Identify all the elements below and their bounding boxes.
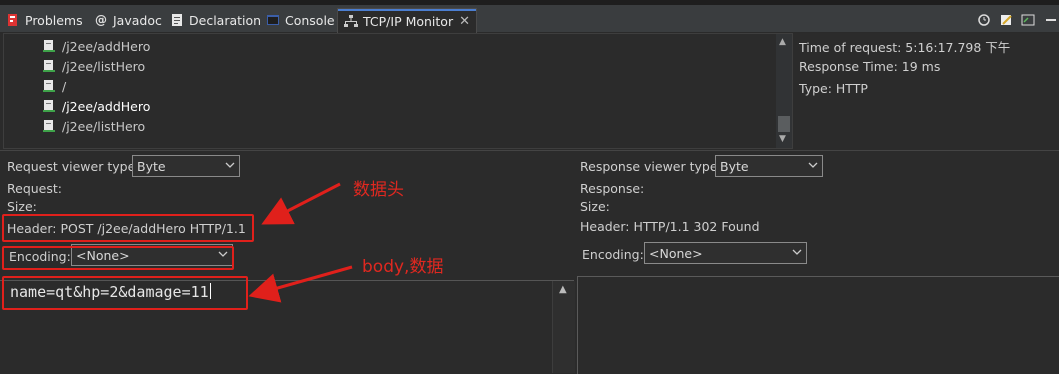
- view-tab-bar: Problems @ Javadoc Declaration Console T…: [0, 5, 1059, 33]
- divider: [0, 150, 1059, 151]
- body-highlight-box: [2, 276, 248, 310]
- select-value: <None>: [649, 245, 703, 261]
- request-icon: [42, 99, 56, 113]
- problems-icon: [6, 13, 20, 27]
- javadoc-icon: @: [95, 13, 107, 27]
- tab-javadoc[interactable]: @ Javadoc: [94, 8, 162, 32]
- view-toolbar: [977, 13, 1059, 27]
- request-viewer-label: Request viewer type:: [7, 159, 140, 174]
- tab-label: Console: [285, 12, 335, 28]
- request-path: /j2ee/addHero: [62, 38, 151, 54]
- list-item[interactable]: /j2ee/addHero: [42, 37, 150, 55]
- request-path: /j2ee/listHero: [62, 58, 146, 74]
- chevron-down-icon: [225, 162, 235, 168]
- tab-label: TCP/IP Monitor: [363, 13, 454, 29]
- response-viewer-label: Response viewer type:: [580, 159, 722, 174]
- response-body-pane[interactable]: [577, 276, 1059, 374]
- response-encoding-select[interactable]: <None>: [644, 242, 807, 264]
- list-item[interactable]: /j2ee/listHero: [42, 57, 145, 75]
- request-body-scrollbar[interactable]: ▲: [552, 281, 575, 373]
- request-list-scrollbar[interactable]: ▲ ▼: [776, 34, 792, 148]
- encoding-highlight-box: [2, 246, 234, 270]
- tab-label: Problems: [25, 12, 83, 28]
- select-value: Byte: [137, 158, 166, 174]
- tab-declaration[interactable]: Declaration: [170, 8, 261, 32]
- minimize-icon[interactable]: [1043, 13, 1059, 27]
- list-item-selected[interactable]: /j2ee/addHero: [42, 97, 150, 115]
- time-of-request: Time of request: 5:16:17.798 下午: [799, 40, 1011, 55]
- tab-tcpip-monitor[interactable]: TCP/IP Monitor ✕: [337, 8, 478, 33]
- request-path: /j2ee/listHero: [62, 118, 146, 134]
- list-item[interactable]: /j2ee/listHero: [42, 117, 145, 135]
- chevron-down-icon: [808, 162, 818, 168]
- clock-icon[interactable]: [977, 13, 993, 27]
- scroll-up-icon[interactable]: ▲: [779, 37, 786, 47]
- header-arrow: [261, 182, 341, 225]
- select-value: Byte: [720, 158, 749, 174]
- request-label: Request:: [7, 181, 62, 196]
- properties-icon[interactable]: [1021, 13, 1037, 27]
- request-path: /: [62, 78, 67, 94]
- console-icon: [266, 13, 280, 27]
- request-icon: [42, 59, 56, 73]
- scrollbar-thumb[interactable]: [778, 116, 790, 132]
- response-viewer-select[interactable]: Byte: [715, 155, 823, 177]
- tcpip-monitor-icon: [344, 14, 358, 28]
- request-viewer-select[interactable]: Byte: [132, 155, 240, 177]
- tab-console[interactable]: Console: [266, 8, 335, 32]
- tab-label: Declaration: [189, 12, 262, 28]
- tab-label: Javadoc: [113, 12, 162, 28]
- tab-problems[interactable]: Problems: [6, 8, 83, 32]
- scroll-up-icon[interactable]: ▲: [559, 284, 567, 295]
- body-annotation: body,数据: [362, 257, 444, 277]
- edit-icon[interactable]: [999, 13, 1015, 27]
- request-icon: [42, 39, 56, 53]
- scroll-down-icon[interactable]: ▼: [779, 134, 786, 144]
- declaration-icon: [170, 13, 184, 27]
- request-type: Type: HTTP: [799, 81, 868, 96]
- chevron-down-icon: [792, 249, 802, 255]
- response-encoding-label: Encoding:: [582, 247, 644, 262]
- request-size-label: Size:: [7, 199, 37, 214]
- header-annotation: 数据头: [353, 180, 404, 200]
- list-item[interactable]: /: [42, 77, 66, 95]
- request-path: /j2ee/addHero: [62, 98, 151, 114]
- response-label: Response:: [580, 181, 645, 196]
- request-list: /j2ee/addHero /j2ee/listHero / /j2ee/add…: [3, 33, 793, 149]
- response-time: Response Time: 19 ms: [799, 59, 941, 74]
- response-header: Header: HTTP/1.1 302 Found: [580, 219, 760, 234]
- request-icon: [42, 79, 56, 93]
- request-icon: [42, 119, 56, 133]
- response-size-label: Size:: [580, 199, 610, 214]
- close-icon[interactable]: ✕: [459, 14, 470, 29]
- header-highlight-box: [2, 214, 254, 242]
